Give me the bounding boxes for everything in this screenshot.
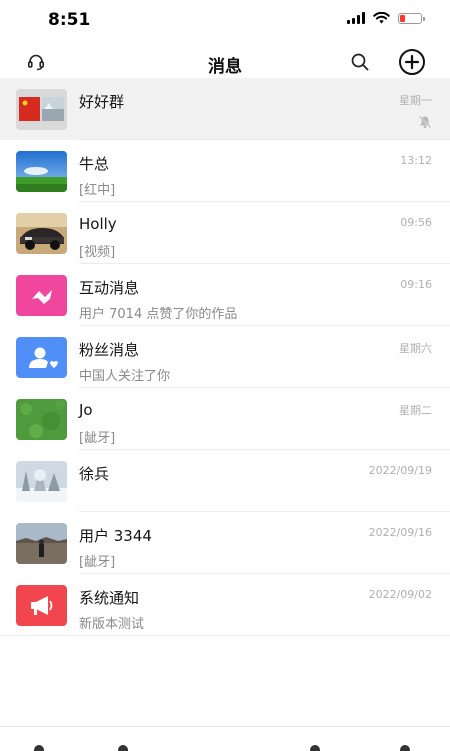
contact-avatar [16,461,67,502]
interaction-icon [16,275,67,316]
page-title: 消息 [208,57,242,77]
chat-name: 牛总 [79,155,110,173]
chat-time: 2022/09/16 [368,526,432,539]
chat-row[interactable]: Holly [视频] 09:56 [0,202,450,264]
chat-time: 2022/09/19 [368,464,432,477]
chat-time: 09:16 [400,278,432,291]
chat-list: 好好群 星期一 牛总 [红中] 13:12 Holly [视频] 09:56 互… [0,78,450,636]
tab-icon[interactable] [310,745,320,751]
chat-row[interactable]: Jo [龇牙] 星期二 [0,388,450,450]
contact-avatar [16,399,67,440]
battery-icon [398,12,425,24]
chat-preview: 新版本测试 [79,617,145,632]
chat-name: 徐兵 [79,465,110,483]
chat-preview: [红中] [79,183,116,198]
chat-time: 星期一 [399,94,432,107]
megaphone-icon [16,585,67,626]
chat-row[interactable]: 好好群 星期一 [0,78,450,140]
chat-name: 好好群 [79,93,125,111]
chat-row[interactable]: 用户 3344 [龇牙] 2022/09/16 [0,512,450,574]
chat-name: Jo [79,401,93,419]
chat-time: 09:56 [400,216,432,229]
wifi-icon [373,12,390,24]
chat-time: 星期六 [399,342,432,355]
chat-time: 13:12 [400,154,432,167]
chat-name: Holly [79,215,117,233]
mute-bell-icon [418,114,432,129]
group-avatar [16,89,67,130]
signal-icon [347,12,365,24]
fans-icon [16,337,67,378]
tab-icon[interactable] [400,745,410,751]
chat-row[interactable]: 系统通知 新版本测试 2022/09/02 [0,574,450,636]
plus-circle-icon[interactable] [398,48,426,76]
chat-name: 系统通知 [79,589,140,607]
contact-avatar [16,151,67,192]
chat-row[interactable]: 粉丝消息 中国人关注了你 星期六 [0,326,450,388]
status-time: 8:51 [48,10,91,30]
chat-name: 粉丝消息 [79,341,140,359]
chat-time: 星期二 [399,404,432,417]
chat-row[interactable]: 互动消息 用户 7014 点赞了你的作品 09:16 [0,264,450,326]
tab-icon[interactable] [118,745,128,751]
chat-preview: [视频] [79,245,116,260]
chat-preview: 中国人关注了你 [79,369,171,384]
chat-name: 互动消息 [79,279,140,297]
status-indicators [347,12,425,24]
status-bar: 8:51 [0,0,450,40]
chat-preview: [龇牙] [79,555,116,570]
chat-row[interactable]: 牛总 [红中] 13:12 [0,140,450,202]
bottom-tab-bar [0,726,450,751]
chat-preview: 用户 7014 点赞了你的作品 [79,307,238,322]
tab-icon[interactable] [34,745,44,751]
search-icon[interactable] [348,50,372,74]
chat-row[interactable]: 徐兵 2022/09/19 [0,450,450,512]
contact-avatar [16,213,67,254]
contact-avatar [16,523,67,564]
chat-preview: [龇牙] [79,431,116,446]
chat-name: 用户 3344 [79,527,152,545]
chat-time: 2022/09/02 [368,588,432,601]
